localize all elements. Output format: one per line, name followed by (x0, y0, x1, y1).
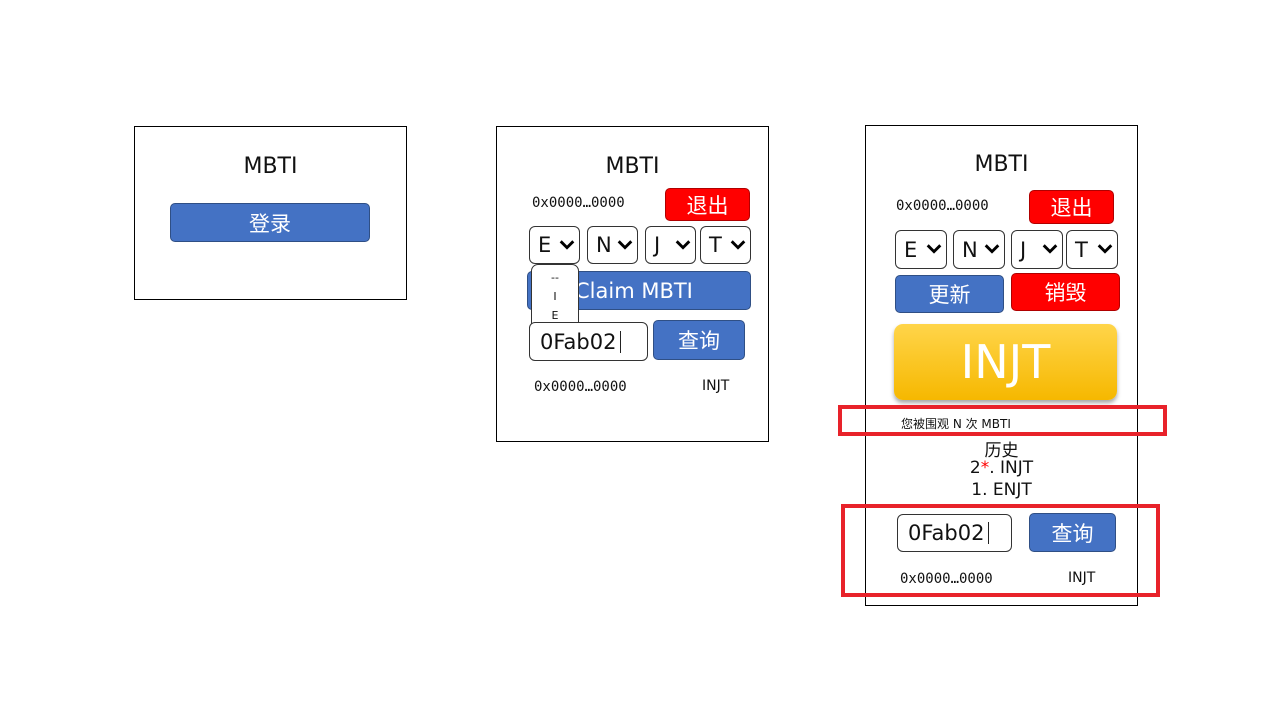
history-item: 1. ENJT (866, 480, 1137, 500)
chevron-down-icon (675, 240, 691, 250)
query-address-input[interactable]: 0Fab02 (529, 322, 648, 361)
chevron-down-icon (926, 244, 942, 254)
mbti-select-ei[interactable]: E (529, 226, 580, 264)
mbti-select-ei[interactable]: E (895, 230, 947, 269)
app-title: MBTI (974, 152, 1029, 177)
highlight-watched-count (838, 405, 1167, 436)
result-mbti-type: INJT (702, 378, 730, 394)
dropdown-option[interactable]: I (532, 287, 578, 306)
select-value: N (596, 233, 612, 257)
history-index: 1 (971, 480, 983, 500)
mbti-select-ns[interactable]: N (953, 230, 1005, 269)
app-title: MBTI (605, 154, 660, 179)
result-address: 0x0000…0000 (534, 379, 627, 395)
chevron-down-icon (559, 240, 575, 250)
chevron-down-icon (1097, 244, 1113, 254)
current-marker: * (980, 458, 990, 478)
mbti-select-tf[interactable]: T (700, 226, 751, 264)
claim-mbti-label: Claim MBTI (575, 278, 693, 303)
destroy-button[interactable]: 销毁 (1011, 273, 1120, 311)
text-caret (620, 330, 622, 353)
mbti-select-jp[interactable]: J (1011, 230, 1063, 269)
mbti-select-tf[interactable]: T (1066, 230, 1118, 269)
login-button[interactable]: 登录 (170, 203, 370, 242)
chevron-down-icon (984, 244, 1000, 254)
select-value: E (904, 237, 918, 262)
mbti-select-jp[interactable]: J (645, 226, 696, 264)
select-value: J (654, 233, 661, 257)
login-screen: MBTI 登录 (134, 126, 407, 300)
select-value: E (538, 233, 552, 257)
chevron-down-icon (1042, 244, 1058, 254)
update-button[interactable]: 更新 (895, 275, 1004, 313)
mbti-result-badge: INJT (894, 324, 1117, 400)
select-value: T (1075, 237, 1088, 262)
select-value: N (962, 237, 978, 262)
select-value: J (1020, 237, 1027, 262)
history-item: 2*. INJT (866, 458, 1137, 478)
highlight-query-section (841, 504, 1160, 597)
chevron-down-icon (730, 240, 746, 250)
query-input-value: 0Fab02 (540, 329, 617, 354)
logout-button[interactable]: 退出 (665, 188, 750, 221)
select-value: T (709, 233, 722, 257)
chevron-down-icon (617, 240, 633, 250)
logout-button[interactable]: 退出 (1029, 190, 1114, 224)
dropdown-option[interactable]: -- (532, 268, 578, 287)
app-title: MBTI (243, 154, 298, 179)
wallet-address: 0x0000…0000 (532, 195, 625, 211)
history-index: 2 (969, 458, 981, 478)
history-type: . INJT (989, 458, 1034, 478)
mbti-select-ns[interactable]: N (587, 226, 638, 264)
claim-screen: MBTI 0x0000…0000 退出 E N J T Claim MBTI -… (496, 126, 769, 442)
history-type: . ENJT (982, 480, 1032, 500)
query-button[interactable]: 查询 (653, 320, 745, 360)
wallet-address: 0x0000…0000 (896, 198, 989, 214)
